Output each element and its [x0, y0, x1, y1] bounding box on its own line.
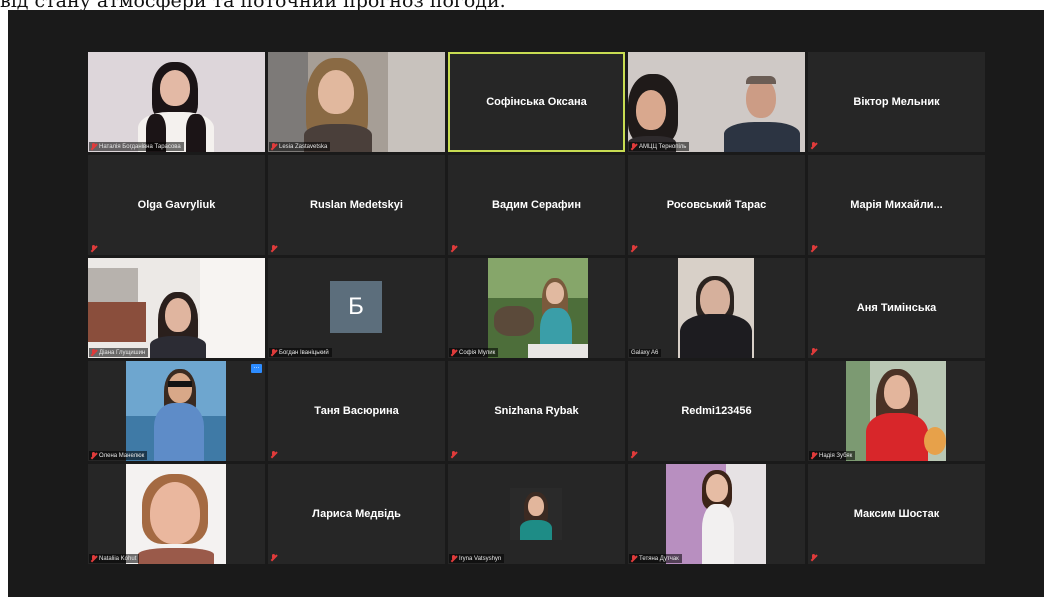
mic-muted-icon — [271, 451, 277, 458]
participant-name: Вадим Серафин — [492, 199, 581, 211]
participant-name: Віктор Мельник — [853, 96, 940, 108]
mic-muted-icon — [91, 245, 97, 252]
participant-tile[interactable]: Росовський Тарас — [628, 155, 805, 255]
mic-muted-icon — [451, 555, 457, 562]
participant-name-label: Олена Манелюк — [89, 451, 148, 460]
participant-tile[interactable]: Olga Gavryliuk — [88, 155, 265, 255]
participant-name-label: Надія Зубяк — [809, 451, 856, 460]
mic-muted-icon — [811, 554, 817, 561]
participant-name: Snizhana Rybak — [494, 405, 579, 417]
participant-photo — [126, 361, 226, 461]
participant-name-label: Наталія Богданівна Тарасова — [89, 142, 184, 151]
participant-name-label: Діана Глущишин — [89, 348, 149, 357]
participant-name-label: АМЦЦ Тернопіль — [629, 142, 690, 151]
participant-tile[interactable]: АМЦЦ Тернопіль — [628, 52, 805, 152]
mic-muted-icon — [91, 143, 97, 150]
participant-tile[interactable]: Iryna Vatsyshyn — [448, 464, 625, 564]
mic-muted-icon — [811, 452, 817, 459]
participant-name-label: Тетяна Дутчак — [629, 554, 682, 563]
participant-photo — [126, 464, 226, 564]
participant-tile[interactable]: Надія Зубяк — [808, 361, 985, 461]
mic-muted-icon — [271, 554, 277, 561]
participant-photo — [666, 464, 766, 564]
participant-name: Максим Шостак — [853, 508, 940, 520]
participant-name: Таня Васюрина — [314, 405, 399, 417]
participant-name: Лариса Медвідь — [312, 508, 401, 520]
mic-muted-icon — [271, 349, 277, 356]
participant-tile[interactable]: Тетяна Дутчак — [628, 464, 805, 564]
participant-name-label: Богдан Іваніцький — [269, 348, 332, 357]
participant-name: Марія Михайли... — [850, 199, 943, 211]
participant-video — [268, 52, 445, 152]
participant-tile[interactable]: Наталія Богданівна Тарасова — [88, 52, 265, 152]
mic-muted-icon — [631, 451, 637, 458]
more-options-icon[interactable]: ··· — [251, 364, 262, 373]
participant-video — [88, 52, 265, 152]
participant-name: Ruslan Medetskyi — [310, 199, 403, 211]
participant-name: Росовський Тарас — [666, 199, 767, 211]
participant-name: Софінська Оксана — [486, 96, 587, 108]
mic-muted-icon — [91, 555, 97, 562]
participant-video — [678, 258, 754, 358]
participant-tile[interactable]: Таня Васюрина — [268, 361, 445, 461]
mic-muted-icon — [811, 348, 817, 355]
participant-name: Olga Gavryliuk — [137, 199, 216, 211]
mic-muted-icon — [451, 451, 457, 458]
participant-tile[interactable]: Ruslan Medetskyi — [268, 155, 445, 255]
participant-name-label: Софія Мулик — [449, 348, 499, 357]
participant-photo — [488, 258, 588, 358]
participant-avatar: Б — [330, 281, 382, 333]
mic-muted-icon — [271, 143, 277, 150]
participant-tile[interactable]: Марія Михайли... — [808, 155, 985, 255]
mic-muted-icon — [451, 245, 457, 252]
mic-muted-icon — [631, 143, 637, 150]
participant-video — [628, 52, 805, 152]
participant-photo — [846, 361, 946, 461]
participant-tile[interactable]: ··· Олена Манелюк — [88, 361, 265, 461]
participant-tile[interactable]: Lesia Zastavetska — [268, 52, 445, 152]
participant-tile-active-speaker[interactable]: Софінська Оксана — [448, 52, 625, 152]
participant-name-label: Galaxy A6 — [629, 349, 662, 357]
participant-tile[interactable]: Софія Мулик — [448, 258, 625, 358]
participant-name-label: Lesia Zastavetska — [269, 142, 331, 151]
mic-muted-icon — [91, 452, 97, 459]
mic-muted-icon — [631, 555, 637, 562]
participant-tile[interactable]: Snizhana Rybak — [448, 361, 625, 461]
mic-muted-icon — [451, 349, 457, 356]
participant-tile[interactable]: Nataliia Kohut — [88, 464, 265, 564]
participant-name-label: Iryna Vatsyshyn — [449, 554, 505, 563]
mic-muted-icon — [271, 245, 277, 252]
participant-name: Redmi123456 — [681, 405, 752, 417]
participant-grid: Наталія Богданівна Тарасова Lesia Zastav… — [88, 52, 985, 564]
participant-tile[interactable]: Лариса Медвідь — [268, 464, 445, 564]
participant-name-label: Nataliia Kohut — [89, 554, 140, 563]
participant-tile[interactable]: Вадим Серафин — [448, 155, 625, 255]
participant-tile[interactable]: Віктор Мельник — [808, 52, 985, 152]
mic-muted-icon — [91, 349, 97, 356]
participant-name: Аня Тимінська — [856, 302, 937, 314]
mic-muted-icon — [631, 245, 637, 252]
participant-tile[interactable]: Б Богдан Іваніцький — [268, 258, 445, 358]
participant-tile[interactable]: Діана Глущишин — [88, 258, 265, 358]
participant-video — [88, 258, 265, 358]
participant-tile[interactable]: Galaxy A6 — [628, 258, 805, 358]
participant-tile[interactable]: Максим Шостак — [808, 464, 985, 564]
mic-muted-icon — [811, 245, 817, 252]
mic-muted-icon — [811, 142, 817, 149]
participant-photo — [510, 488, 562, 540]
participant-tile[interactable]: Redmi123456 — [628, 361, 805, 461]
zoom-gallery-window: Наталія Богданівна Тарасова Lesia Zastav… — [8, 10, 1044, 597]
participant-tile[interactable]: Аня Тимінська — [808, 258, 985, 358]
